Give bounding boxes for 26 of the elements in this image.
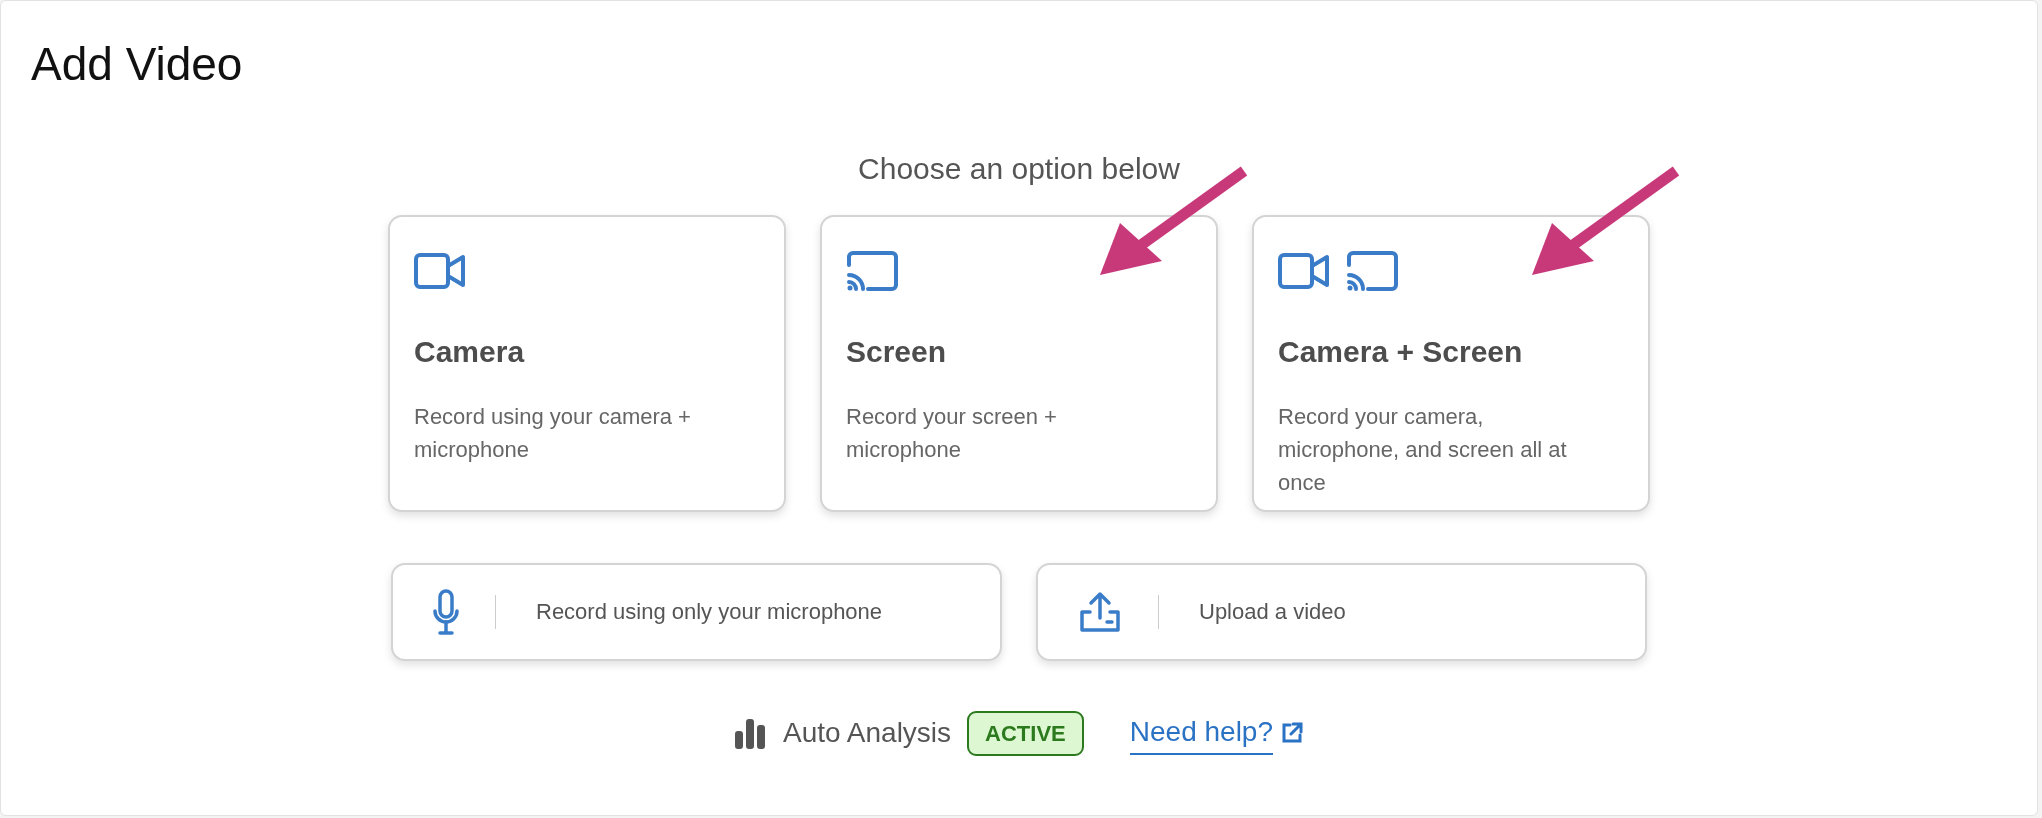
feature-label: Auto Analysis xyxy=(783,716,952,751)
option-description: Record your camera, microphone, and screen all at once xyxy=(1278,402,1568,497)
microphone-icon xyxy=(433,588,459,635)
prompt-text: Choose an option below xyxy=(857,150,1181,187)
page-title: Add Video xyxy=(30,37,244,90)
option-title: Camera xyxy=(414,333,526,370)
status-badge: ACTIVE xyxy=(967,710,1084,756)
option-description: Record using your camera + microphone xyxy=(414,402,692,464)
option-label: Upload a video xyxy=(1199,598,1346,627)
bar-chart-icon xyxy=(735,717,767,750)
option-card[interactable]: Camera + Screen Record your camera, microphone, and screen all at once xyxy=(1252,214,1650,512)
option-card[interactable]: Upload a video xyxy=(1036,562,1647,661)
option-card[interactable]: Record using only your microphone xyxy=(391,562,1002,661)
cast-screen-icon xyxy=(1346,250,1398,291)
cast-screen-icon xyxy=(846,250,898,291)
option-card[interactable]: Screen Record your screen + microphone xyxy=(820,214,1218,512)
video-camera-icon xyxy=(1278,250,1330,291)
option-card[interactable]: Camera Record using your camera + microphone xyxy=(388,214,786,512)
upload-icon xyxy=(1078,589,1122,634)
help-link[interactable]: Need help? xyxy=(1129,711,1273,756)
option-label: Record using only your microphone xyxy=(536,598,883,627)
video-camera-icon xyxy=(414,250,466,291)
option-title: Screen xyxy=(846,333,948,370)
external-link-icon xyxy=(1281,722,1303,745)
option-description: Record your screen + microphone xyxy=(846,402,1058,464)
option-title: Camera + Screen xyxy=(1278,333,1524,370)
